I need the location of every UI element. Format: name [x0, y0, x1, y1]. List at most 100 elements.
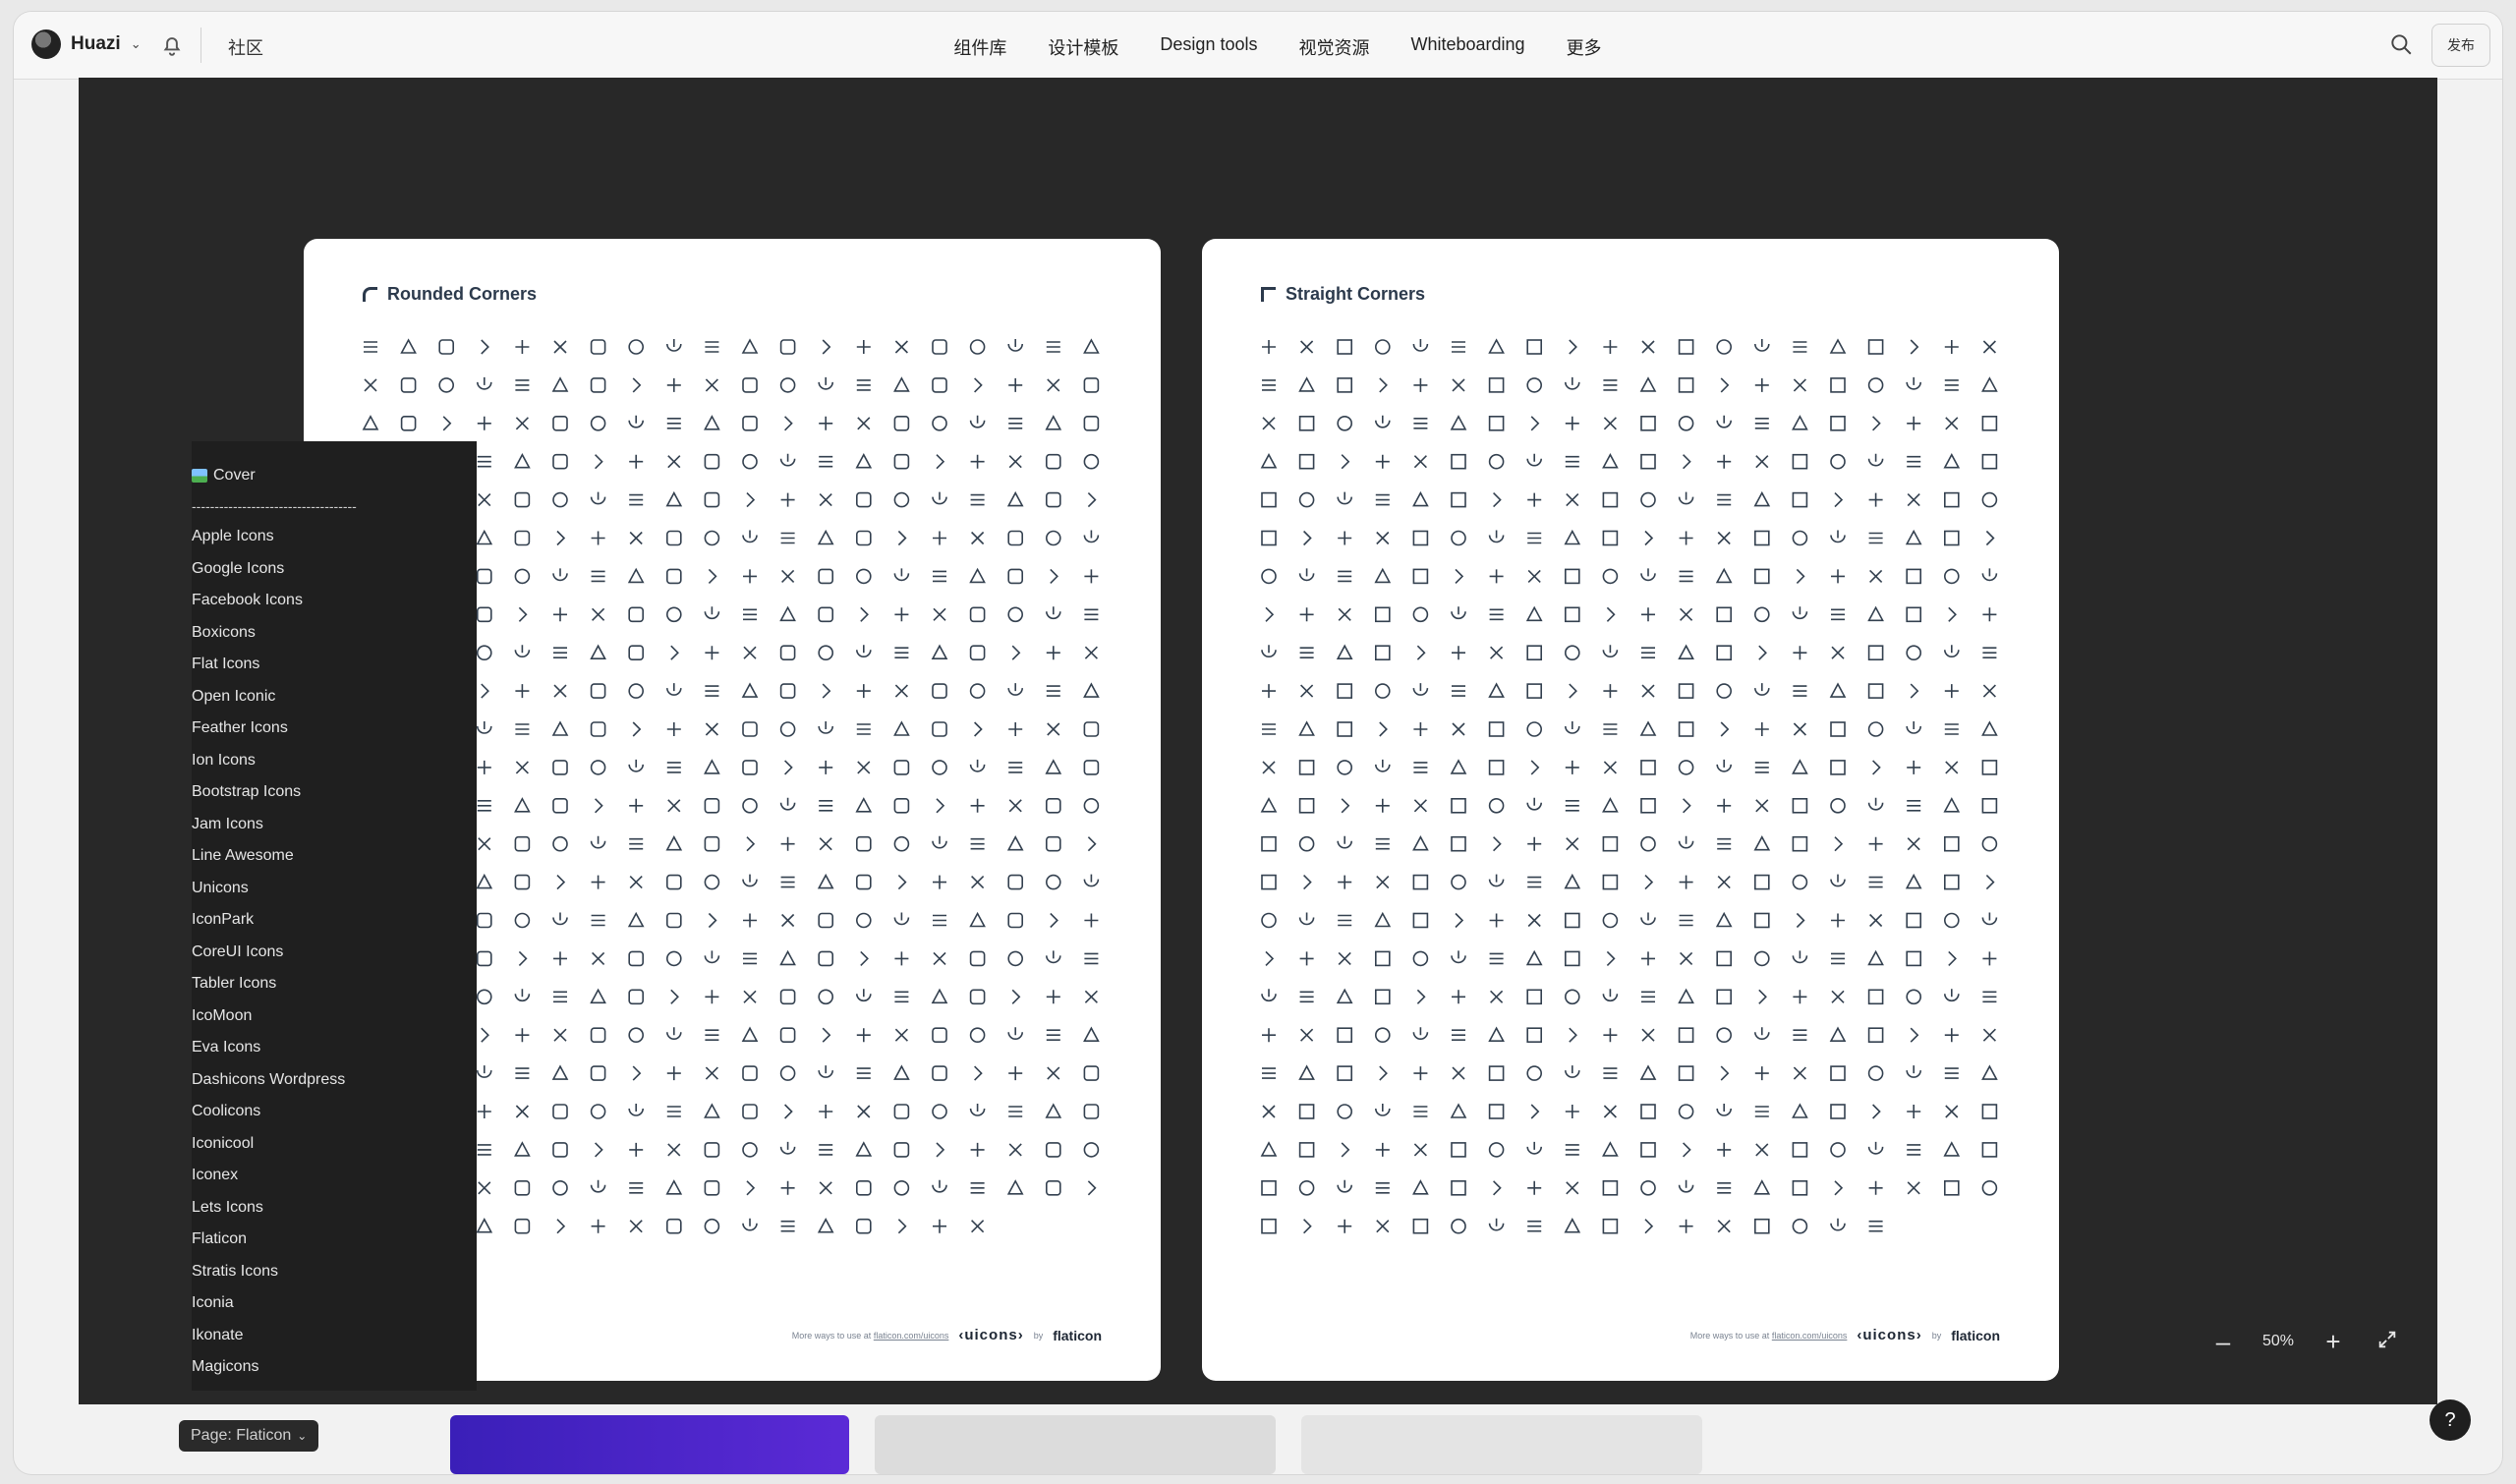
glyph-icon: [1046, 950, 1061, 964]
glyph-icon: [1337, 760, 1352, 775]
page-item[interactable]: IcoMoon: [192, 1007, 252, 1025]
page-selector[interactable]: Page: Flaticon ⌄: [179, 1420, 319, 1452]
glyph-icon: [855, 874, 872, 890]
glyph-icon: [779, 949, 796, 966]
glyph-icon: [936, 1142, 945, 1158]
glyph-icon: [438, 377, 454, 393]
sheet-title: Rounded Corners: [363, 284, 537, 305]
glyph-icon: [515, 761, 529, 774]
glyph-icon: [515, 723, 530, 735]
page-item[interactable]: CoreUI Icons: [192, 943, 283, 961]
page-item[interactable]: Jam Icons: [192, 816, 263, 833]
glyph-icon: [1526, 683, 1543, 699]
glyph-icon: [1527, 1180, 1542, 1195]
page-item[interactable]: Boxicons: [192, 624, 256, 642]
page-item[interactable]: Iconicool: [192, 1135, 254, 1153]
page-item[interactable]: Flaticon: [192, 1230, 247, 1248]
glyph-icon: [1715, 567, 1733, 584]
fullscreen-icon[interactable]: [2376, 1329, 2398, 1350]
nav-item-templates[interactable]: 设计模板: [1048, 34, 1118, 60]
page-item[interactable]: Stratis Icons: [192, 1263, 278, 1281]
page-item[interactable]: Apple Icons: [192, 528, 274, 545]
glyph-icon: [1084, 608, 1099, 621]
page-item[interactable]: Lets Icons: [192, 1199, 263, 1217]
glyph-icon: [1376, 876, 1390, 889]
glyph-icon: [819, 416, 833, 430]
nav-item-visual-assets[interactable]: 视觉资源: [1298, 34, 1369, 60]
page-item[interactable]: Google Icons: [192, 560, 284, 578]
glyph-icon: [670, 645, 679, 660]
glyph-icon: [1087, 492, 1097, 508]
glyph-icon: [822, 683, 831, 699]
glyph-icon: [819, 760, 833, 774]
page-item[interactable]: Huge: [192, 1391, 229, 1392]
zoom-out-button[interactable]: –: [2207, 1326, 2239, 1357]
glyph-icon: [855, 1179, 872, 1196]
glyph-icon: [1834, 492, 1844, 508]
page-item[interactable]: Feather Icons: [192, 719, 288, 737]
glyph-icon: [932, 377, 947, 393]
glyph-icon: [1488, 682, 1505, 698]
page-item[interactable]: Facebook Icons: [192, 592, 303, 609]
glyph-icon: [1641, 991, 1655, 1003]
glyph-icon: [1046, 685, 1060, 697]
nav-item-design-tools[interactable]: Design tools: [1160, 34, 1257, 60]
glyph-icon: [1083, 453, 1100, 470]
page-item[interactable]: Iconex: [192, 1167, 238, 1184]
glyph-icon: [629, 1220, 643, 1233]
publish-button[interactable]: 发布: [2431, 24, 2490, 67]
background-card-gray: [875, 1415, 1276, 1474]
glyph-icon: [1451, 453, 1466, 470]
page-item[interactable]: Ikonate: [192, 1327, 243, 1344]
glyph-icon: [1907, 1144, 1921, 1156]
page-item[interactable]: Tabler Icons: [192, 975, 276, 993]
glyph-icon: [552, 835, 568, 852]
glyph-icon: [1943, 874, 1960, 890]
glyph-icon: [1087, 836, 1097, 852]
glyph-icon: [893, 720, 910, 736]
glyph-icon: [1413, 762, 1428, 773]
glyph-icon: [933, 570, 946, 583]
help-button[interactable]: ?: [2430, 1399, 2471, 1441]
search-icon[interactable]: [2388, 31, 2414, 57]
page-item[interactable]: Line Awesome: [192, 847, 294, 865]
glyph-icon: [780, 492, 795, 507]
page-item[interactable]: Bootstrap Icons: [192, 783, 301, 801]
page-item[interactable]: Magicons: [192, 1358, 258, 1376]
page-separator: ------------------------------------: [192, 498, 357, 514]
nav-item-whiteboarding[interactable]: Whiteboarding: [1410, 34, 1524, 60]
glyph-icon: [742, 1142, 758, 1158]
nav-item-components[interactable]: 组件库: [953, 34, 1006, 60]
glyph-icon: [1565, 376, 1580, 390]
page-item[interactable]: Iconia: [192, 1294, 234, 1312]
glyph-icon: [1867, 797, 1884, 811]
page-item[interactable]: Eva Icons: [192, 1039, 260, 1056]
page-item-cover[interactable]: Cover: [192, 467, 256, 485]
glyph-icon: [1525, 949, 1543, 966]
page-item[interactable]: Dashicons Wordpress: [192, 1071, 345, 1089]
page-item[interactable]: Ion Icons: [192, 752, 256, 770]
glyph-icon: [1379, 1065, 1388, 1081]
page-item[interactable]: IconPark: [192, 911, 254, 929]
glyph-icon: [1640, 416, 1656, 431]
page-item[interactable]: Unicons: [192, 880, 249, 897]
page-item[interactable]: Open Iconic: [192, 688, 275, 706]
glyph-icon: [1566, 837, 1579, 851]
footer-link: flaticon.com/uicons: [1771, 1330, 1848, 1341]
glyph-icon: [1678, 1065, 1694, 1081]
zoom-in-button[interactable]: +: [2317, 1326, 2349, 1357]
glyph-icon: [1527, 1220, 1542, 1232]
glyph-icon: [743, 608, 757, 621]
glyph-icon: [742, 1218, 758, 1231]
glyph-icon: [746, 492, 756, 508]
page-item[interactable]: Coolicons: [192, 1103, 260, 1120]
glyph-icon: [1006, 1179, 1024, 1195]
glyph-icon: [1566, 493, 1579, 507]
glyph-icon: [1337, 721, 1352, 737]
glyph-icon: [1451, 1179, 1466, 1196]
sheet-footer: More ways to use at flaticon.com/uicons …: [1690, 1327, 2000, 1343]
nav-item-more[interactable]: 更多: [1567, 34, 1602, 60]
glyph-icon: [665, 606, 682, 623]
page-item[interactable]: Flat Icons: [192, 656, 259, 673]
zoom-level[interactable]: 50%: [2253, 1333, 2304, 1350]
